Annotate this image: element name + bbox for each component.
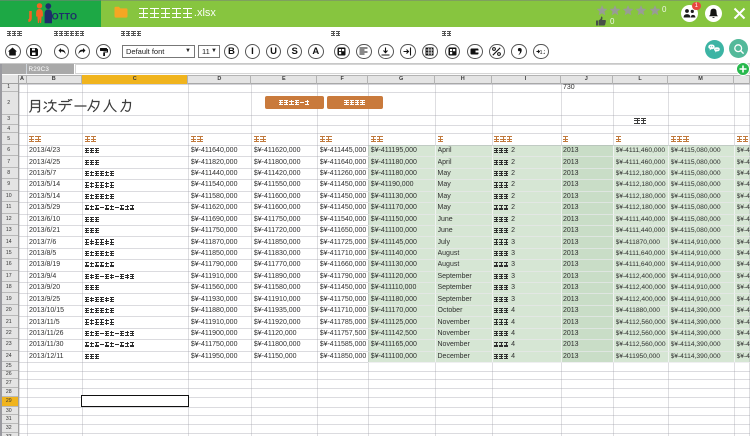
svg-text:OTTO: OTTO (52, 11, 78, 21)
svg-text:1.2: 1.2 (540, 50, 545, 56)
